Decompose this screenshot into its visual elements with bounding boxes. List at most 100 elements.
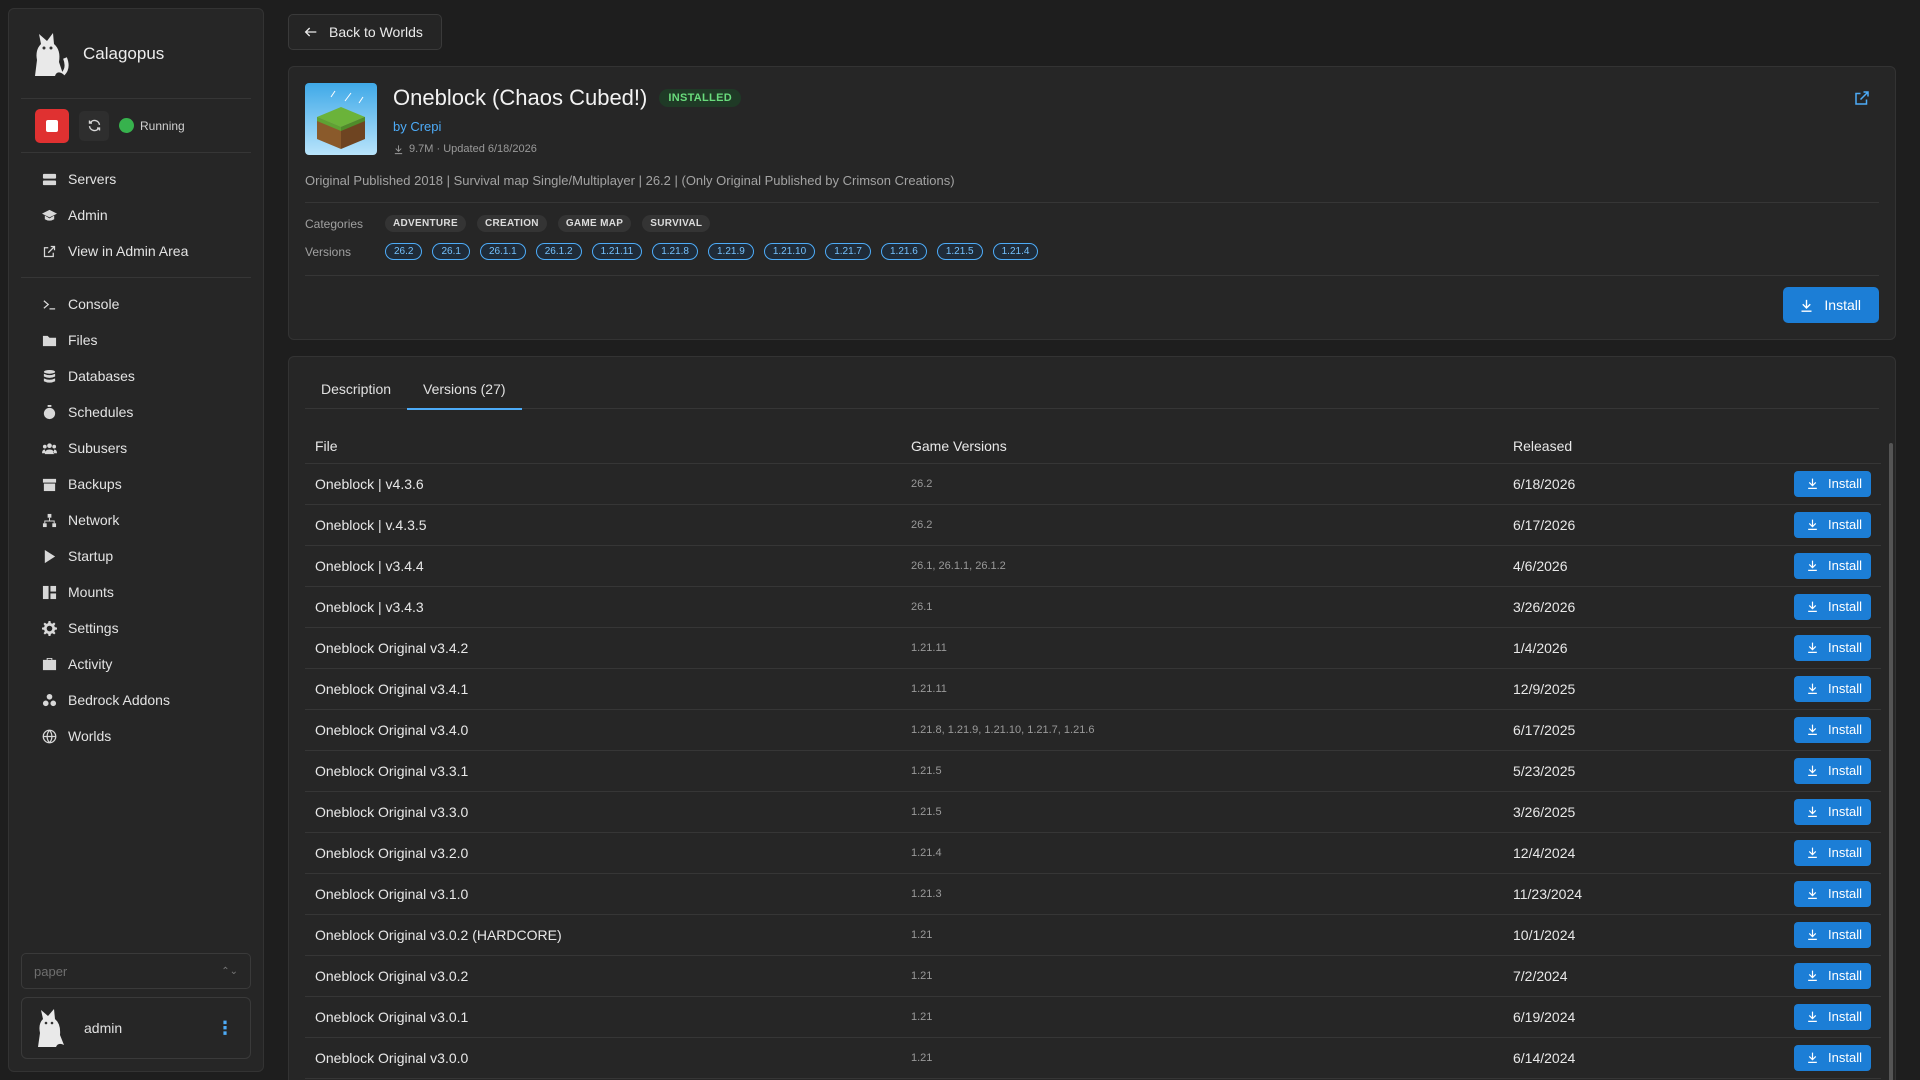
sidebar-item-view-in-admin-area[interactable]: View in Admin Area <box>21 233 251 269</box>
released-date: 11/23/2024 <box>1503 873 1723 915</box>
sidebar-item-schedules[interactable]: Schedules <box>21 394 251 430</box>
actions-cell: Install <box>1723 504 1881 546</box>
released-date: 3/26/2026 <box>1503 586 1723 628</box>
actions-cell: Install <box>1723 668 1881 710</box>
install-version-button[interactable]: Install <box>1794 675 1871 702</box>
game-versions: 1.21 <box>901 1037 1503 1079</box>
sidebar-item-console[interactable]: Console <box>21 286 251 322</box>
actions-cell: Install <box>1723 914 1881 956</box>
database-icon <box>41 368 57 384</box>
install-button[interactable]: Install <box>1783 287 1879 323</box>
install-version-button[interactable]: Install <box>1794 634 1871 661</box>
install-version-button[interactable]: Install <box>1794 839 1871 866</box>
actions-cell: Install <box>1723 627 1881 669</box>
sidebar-item-mounts[interactable]: Mounts <box>21 574 251 610</box>
brand[interactable]: Calagopus <box>21 9 251 99</box>
more-vertical-icon[interactable]: ⋮ <box>210 1018 240 1039</box>
install-version-button[interactable]: Install <box>1794 1003 1871 1030</box>
install-version-button[interactable]: Install <box>1794 716 1871 743</box>
nav-group-main: Servers Admin View in Admin Area <box>21 153 251 278</box>
game-versions: 26.1, 26.1.1, 26.1.2 <box>901 545 1503 587</box>
restart-server-button[interactable] <box>79 110 109 141</box>
open-external-link[interactable] <box>1853 89 1873 109</box>
divider <box>305 202 1879 203</box>
install-version-button[interactable]: Install <box>1794 798 1871 825</box>
game-versions: 1.21.3 <box>901 873 1503 915</box>
file-name: Oneblock Original v3.4.2 <box>305 627 901 669</box>
table-row: Oneblock Original v3.0.1 1.21 6/19/2024 Ins… <box>305 996 1881 1038</box>
game-versions: 26.1 <box>901 586 1503 628</box>
author-link[interactable]: by Crepi <box>393 119 441 134</box>
category-tag: SURVIVAL <box>642 215 711 232</box>
table-row: Oneblock Original v3.4.1 1.21.11 12/9/2025… <box>305 668 1881 710</box>
stop-server-button[interactable] <box>35 108 69 143</box>
sidebar-item-worlds[interactable]: Worlds <box>21 718 251 754</box>
sidebar-item-label: Settings <box>68 620 119 636</box>
column-header-released: Released <box>1503 429 1723 464</box>
released-date: 4/6/2026 <box>1503 545 1723 587</box>
install-version-button[interactable]: Install <box>1794 757 1871 784</box>
game-versions: 26.2 <box>901 463 1503 505</box>
sidebar-item-databases[interactable]: Databases <box>21 358 251 394</box>
sidebar-item-servers[interactable]: Servers <box>21 161 251 197</box>
table-row: Oneblock Original v3.3.0 1.21.5 3/26/2025 I… <box>305 791 1881 833</box>
sidebar-item-label: Schedules <box>68 404 134 420</box>
sidebar-item-backups[interactable]: Backups <box>21 466 251 502</box>
file-name: Oneblock Original v3.2.0 <box>305 832 901 874</box>
category-tag: CREATION <box>476 215 547 232</box>
nav-group-server: Console Files Databases Schedules Subuse… <box>21 278 251 762</box>
download-icon <box>1808 888 1817 899</box>
install-version-button[interactable]: Install <box>1794 593 1871 620</box>
play-icon <box>41 548 57 564</box>
released-date: 5/23/2025 <box>1503 750 1723 792</box>
released-date: 6/18/2026 <box>1503 463 1723 505</box>
install-label: Install <box>1824 297 1861 313</box>
sidebar-item-label: Worlds <box>68 728 112 744</box>
install-version-button[interactable]: Install <box>1794 962 1871 989</box>
table-row: Oneblock Original v3.4.0 1.21.8, 1.21.9, … <box>305 709 1881 751</box>
server-select[interactable]: paper ⌃⌄ <box>21 953 251 989</box>
sidebar-item-files[interactable]: Files <box>21 322 251 358</box>
install-version-button[interactable]: Install <box>1794 880 1871 907</box>
back-to-worlds-button[interactable]: Back to Worlds <box>288 14 442 50</box>
version-tag: 1.21.7 <box>825 243 871 260</box>
fox-logo-icon <box>35 32 69 76</box>
category-tag: ADVENTURE <box>385 215 466 232</box>
table-row: Oneblock Original v3.0.2 1.21 7/2/2024 Inst… <box>305 955 1881 997</box>
sidebar-item-startup[interactable]: Startup <box>21 538 251 574</box>
table-row: Oneblock | v4.3.6 26.2 6/18/2026 Install <box>305 463 1881 505</box>
install-label: Install <box>1828 722 1862 737</box>
sidebar-item-admin[interactable]: Admin <box>21 197 251 233</box>
server-select-value: paper <box>34 963 68 979</box>
tab-description[interactable]: Description <box>305 369 407 409</box>
install-label: Install <box>1828 1050 1862 1065</box>
install-label: Install <box>1828 845 1862 860</box>
version-tag: 1.21.9 <box>708 243 754 260</box>
download-icon <box>1808 478 1817 489</box>
released-date: 6/19/2024 <box>1503 996 1723 1038</box>
archive-icon <box>41 476 57 492</box>
released-date: 6/17/2025 <box>1503 709 1723 751</box>
scrollbar[interactable] <box>1889 443 1893 1080</box>
install-version-button[interactable]: Install <box>1794 511 1871 538</box>
table-row: Oneblock Original v3.4.2 1.21.11 1/4/2026 I… <box>305 627 1881 669</box>
page-title: Oneblock (Chaos Cubed!) <box>393 85 648 110</box>
server-controls: Running <box>21 99 251 153</box>
users-icon <box>41 440 57 456</box>
tab-bar: Description Versions (27) <box>305 369 1879 410</box>
user-menu[interactable]: admin ⋮ <box>21 997 251 1059</box>
install-version-button[interactable]: Install <box>1794 921 1871 948</box>
install-version-button[interactable]: Install <box>1794 552 1871 579</box>
sidebar-item-network[interactable]: Network <box>21 502 251 538</box>
tab-versions[interactable]: Versions (27) <box>407 369 523 410</box>
sidebar-item-settings[interactable]: Settings <box>21 610 251 646</box>
install-label: Install <box>1828 1009 1862 1024</box>
sidebar-item-activity[interactable]: Activity <box>21 646 251 682</box>
sidebar-item-subusers[interactable]: Subusers <box>21 430 251 466</box>
sidebar-item-bedrock-addons[interactable]: Bedrock Addons <box>21 682 251 718</box>
download-icon <box>1808 724 1817 735</box>
actions-cell: Install <box>1723 463 1881 505</box>
install-version-button[interactable]: Install <box>1794 470 1871 497</box>
install-version-button[interactable]: Install <box>1794 1044 1871 1071</box>
graduation-cap-icon <box>41 207 57 223</box>
